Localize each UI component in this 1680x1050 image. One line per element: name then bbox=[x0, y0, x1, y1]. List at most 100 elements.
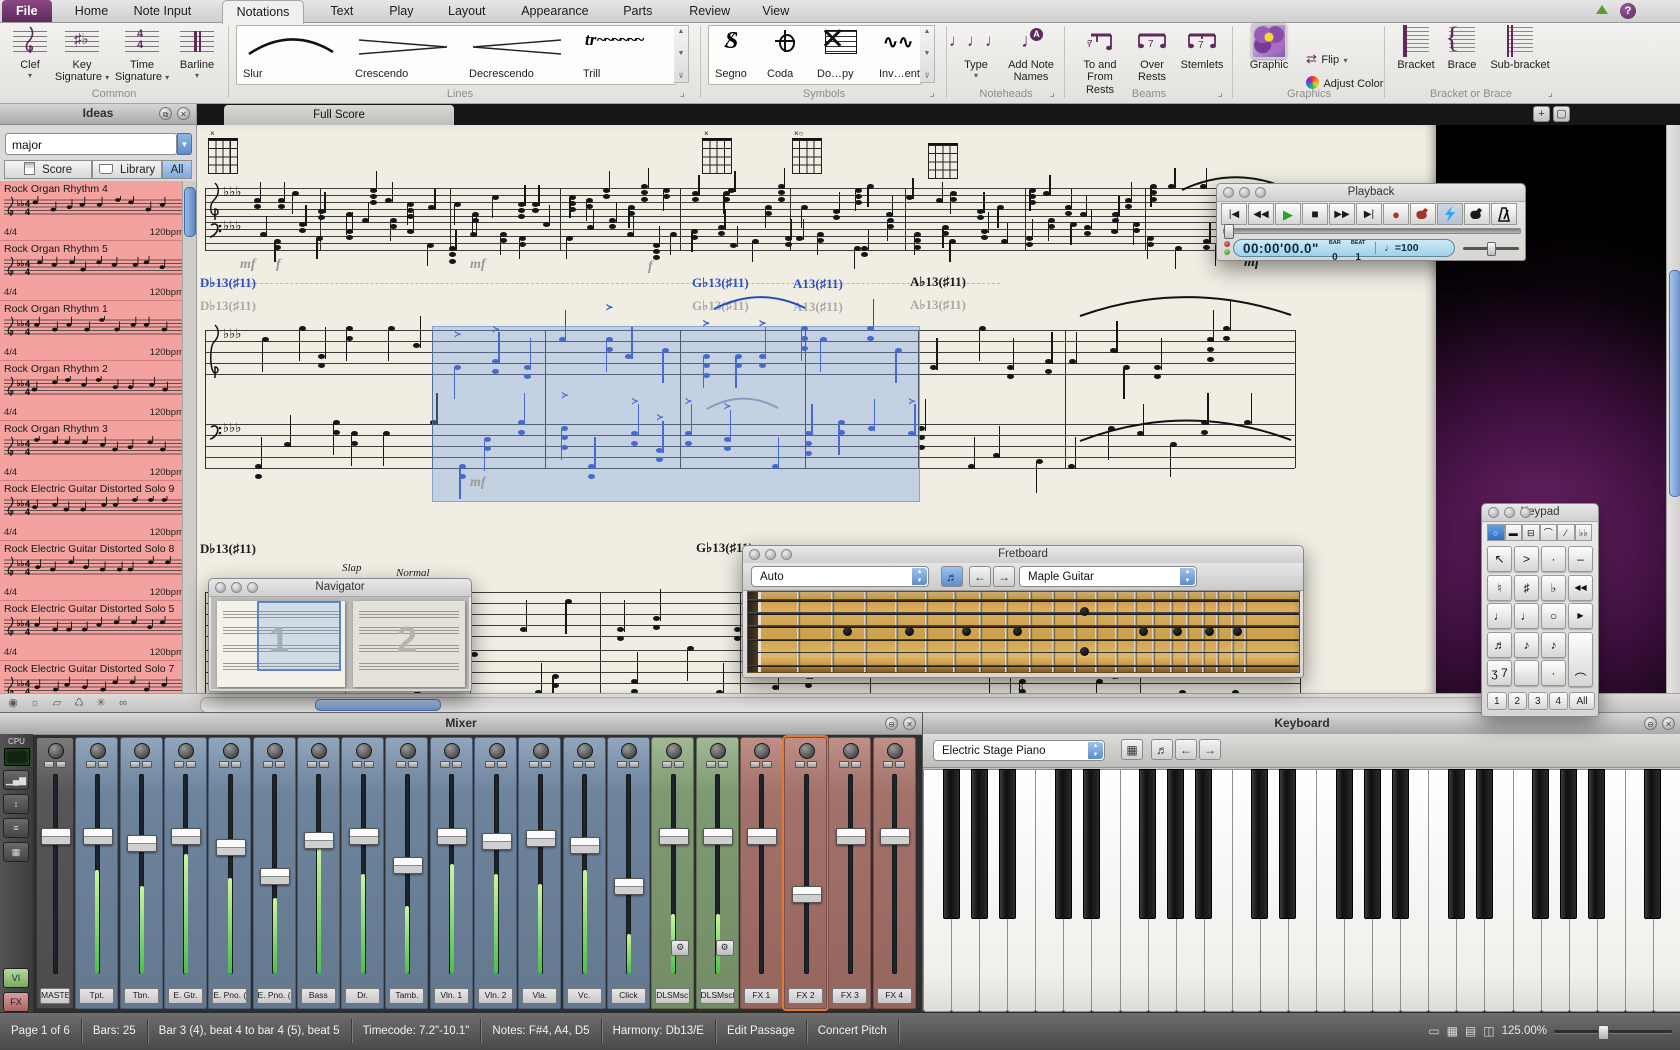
note-cluster[interactable] bbox=[752, 239, 762, 279]
voice-button-4[interactable]: 4 bbox=[1549, 692, 1569, 710]
note-cluster[interactable] bbox=[1026, 236, 1036, 276]
sub-bracket-button[interactable]: Sub-bracket bbox=[1484, 24, 1556, 71]
keypad-key[interactable]: ♩ bbox=[1514, 603, 1539, 629]
mute-solo-buttons[interactable] bbox=[529, 761, 551, 768]
guitar-string[interactable] bbox=[748, 599, 1299, 602]
note-cluster[interactable] bbox=[1096, 679, 1106, 693]
keypad-key[interactable]: – bbox=[1568, 546, 1593, 572]
ribbon-tab-note-input[interactable]: Note Input bbox=[120, 0, 206, 22]
note-cluster[interactable] bbox=[617, 627, 627, 667]
mute-solo-buttons[interactable] bbox=[839, 761, 861, 768]
fader-handle[interactable] bbox=[260, 868, 290, 885]
note-cluster[interactable] bbox=[653, 616, 663, 656]
guitar-string[interactable] bbox=[748, 612, 1299, 615]
note-cluster[interactable] bbox=[993, 453, 1003, 493]
note-cluster[interactable] bbox=[351, 431, 361, 471]
symbol-inverted-ornament[interactable]: ∿∿ Inv…ent bbox=[873, 26, 921, 84]
note-cluster[interactable] bbox=[627, 232, 637, 272]
mixer-strip-tpt-[interactable]: Tpt. bbox=[75, 737, 118, 1009]
gear-icon[interactable]: ⚙ bbox=[671, 940, 689, 956]
pan-knob[interactable] bbox=[223, 743, 239, 759]
solo-button[interactable] bbox=[895, 761, 905, 768]
resize-strips-button[interactable]: ↕ bbox=[3, 794, 29, 814]
pan-knob[interactable] bbox=[533, 743, 549, 759]
keypad-tab-5[interactable]: ⁄ bbox=[1557, 524, 1575, 541]
note-cluster[interactable] bbox=[1223, 326, 1233, 366]
ideas-settings-icon[interactable]: ✳ bbox=[92, 696, 110, 711]
ideas-scrollbar[interactable] bbox=[182, 181, 196, 693]
navigator-view-rectangle[interactable] bbox=[257, 601, 341, 671]
note-cluster[interactable] bbox=[1168, 184, 1178, 224]
fader-handle[interactable] bbox=[792, 886, 822, 903]
ideas-edit-icon[interactable]: ▱ bbox=[48, 696, 66, 711]
pan-knob[interactable] bbox=[887, 743, 903, 759]
note-cluster[interactable] bbox=[427, 243, 437, 283]
spread-view-icon[interactable]: ▤ bbox=[1465, 1024, 1476, 1038]
note-cluster[interactable] bbox=[1147, 236, 1157, 276]
line-trill[interactable]: tr~~~~~~ Trill bbox=[577, 26, 675, 84]
pan-knob[interactable] bbox=[400, 743, 416, 759]
minimize-icon[interactable] bbox=[1504, 507, 1515, 518]
keypad-tab-6[interactable]: ♭♭ bbox=[1575, 524, 1593, 541]
note-cluster[interactable] bbox=[687, 646, 697, 686]
next-arrow-button[interactable]: → bbox=[1199, 739, 1221, 760]
dynamic-mark[interactable]: f bbox=[276, 257, 281, 273]
mute-solo-buttons[interactable] bbox=[263, 761, 285, 768]
mixer-strip-tamb-[interactable]: Tamb. bbox=[385, 737, 428, 1009]
fader-handle[interactable] bbox=[127, 835, 157, 852]
dynamic-mark[interactable]: f bbox=[648, 259, 653, 275]
virtual-instruments-button[interactable]: VI bbox=[3, 968, 29, 988]
tempo-slider-thumb[interactable] bbox=[1487, 242, 1496, 256]
chord-symbol[interactable]: A♭13(♯11) bbox=[910, 274, 966, 290]
note-cluster[interactable] bbox=[796, 236, 806, 276]
piano-black-key[interactable] bbox=[1083, 769, 1100, 919]
mute-button[interactable] bbox=[440, 761, 450, 768]
vertical-scrollbar-thumb[interactable] bbox=[1669, 270, 1680, 497]
mute-button[interactable] bbox=[529, 761, 539, 768]
fader-handle[interactable] bbox=[482, 833, 512, 850]
click-metronome-icon[interactable] bbox=[1491, 203, 1517, 225]
clef-button[interactable]: Clef▾ bbox=[8, 24, 52, 80]
solo-button[interactable] bbox=[851, 761, 861, 768]
solo-button[interactable] bbox=[364, 761, 374, 768]
dynamic-mark[interactable]: mf bbox=[470, 257, 486, 273]
skip-to-start-button[interactable]: |◀ bbox=[1221, 203, 1247, 225]
ribbon-tab-play[interactable]: Play bbox=[375, 0, 427, 22]
piano-black-key[interactable] bbox=[1448, 769, 1465, 919]
note-cluster[interactable] bbox=[968, 464, 978, 504]
voice-button-all[interactable]: All bbox=[1569, 692, 1595, 710]
fader-track[interactable] bbox=[538, 774, 543, 974]
mute-solo-buttons[interactable] bbox=[174, 761, 196, 768]
note-cluster[interactable] bbox=[1123, 365, 1133, 405]
key-signature-button[interactable]: ♯♭ Key Signature ▾ bbox=[54, 24, 110, 84]
pan-knob[interactable] bbox=[754, 743, 770, 759]
tab-full-score[interactable]: Full Score bbox=[224, 105, 454, 125]
bracket-button[interactable]: Bracket bbox=[1392, 24, 1440, 71]
chord-symbol[interactable]: G♭13(♯11) bbox=[692, 275, 749, 291]
time-signature-button[interactable]: 44 Time Signature ▾ bbox=[114, 24, 170, 84]
note-cluster[interactable] bbox=[653, 243, 663, 283]
mixer-strip-dlsmscd[interactable]: ⚙DLSMscD bbox=[696, 737, 739, 1009]
fader-track[interactable] bbox=[228, 774, 233, 974]
notehead-type-button[interactable]: ♩♩♩ Type▾ bbox=[952, 24, 1000, 80]
keyboard-size-button[interactable]: ▦ bbox=[1121, 739, 1143, 760]
brace-button[interactable]: { Brace bbox=[1442, 24, 1482, 71]
ribbon-tab-layout[interactable]: Layout bbox=[434, 0, 500, 22]
fast-forward-button[interactable]: ▶▶ bbox=[1329, 203, 1355, 225]
symbol-coda[interactable]: Coda bbox=[761, 26, 811, 84]
pan-knob[interactable] bbox=[178, 743, 194, 759]
note-cluster[interactable] bbox=[500, 232, 510, 272]
fader-track[interactable] bbox=[626, 774, 631, 974]
stop-button[interactable]: ■ bbox=[1302, 203, 1328, 225]
mute-button[interactable] bbox=[750, 761, 760, 768]
fader-track[interactable] bbox=[449, 774, 454, 974]
solo-button[interactable] bbox=[629, 761, 639, 768]
mute-button[interactable] bbox=[174, 761, 184, 768]
pan-knob[interactable] bbox=[356, 743, 372, 759]
ribbon-tab-file[interactable]: File bbox=[2, 0, 52, 22]
note-cluster[interactable] bbox=[388, 326, 398, 366]
fx-button[interactable]: FX bbox=[3, 992, 29, 1012]
mute-button[interactable] bbox=[307, 761, 317, 768]
line-decrescendo[interactable]: Decrescendo bbox=[463, 26, 577, 84]
technique-text[interactable]: Slap bbox=[342, 562, 362, 574]
